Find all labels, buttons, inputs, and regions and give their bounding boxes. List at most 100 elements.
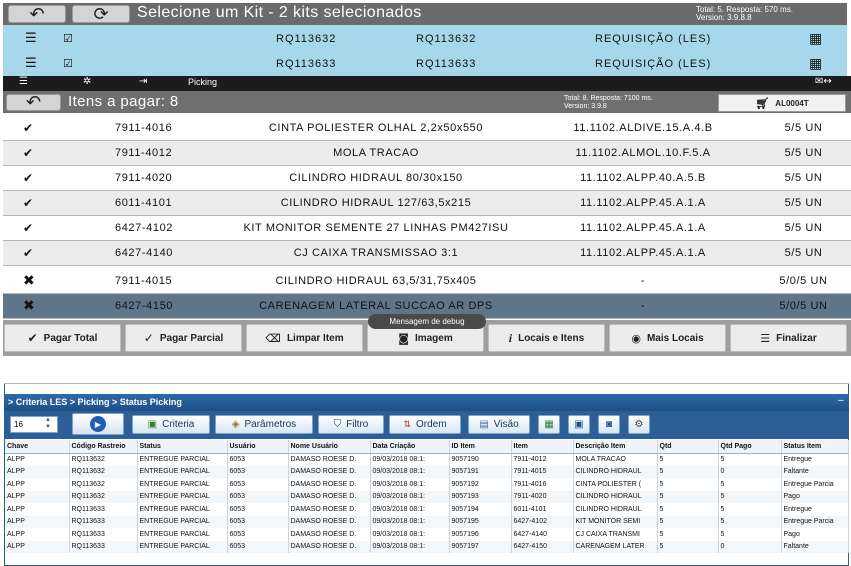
column-header[interactable]: Qtd Pago: [718, 440, 782, 454]
database-icon: ☰: [760, 331, 771, 345]
column-header[interactable]: Status Item: [781, 440, 849, 454]
map-pin-icon: ◉: [631, 331, 641, 345]
items-back-button[interactable]: ↶: [6, 92, 61, 112]
ordem-label: Ordem: [415, 419, 447, 430]
criteria-button[interactable]: ▣ Criteria: [132, 415, 210, 434]
table-cell: ENTREGUE PARCIAL: [137, 515, 228, 528]
double-check-icon: ✔: [23, 196, 34, 210]
column-header[interactable]: Usuário: [227, 440, 289, 454]
table-cell: 09/03/2018 08:1:: [370, 465, 450, 478]
table-row[interactable]: ALPP RQ113633 ENTREGUE PARCIAL 6053 DAMASO R…: [5, 540, 849, 553]
nav-tab-label: Picking: [188, 77, 218, 87]
refresh-button[interactable]: ⟳: [72, 4, 130, 24]
menu-icon[interactable]: ☰: [19, 76, 28, 87]
collapse-icon[interactable]: –: [838, 395, 844, 406]
limpar-item-label: Limpar Item: [286, 332, 344, 344]
message-icon[interactable]: ✉↔: [815, 76, 832, 87]
visao-button[interactable]: ▤ Visão: [468, 415, 530, 434]
visao-label: Visão: [493, 419, 519, 430]
item-row[interactable]: ✔ 6011-4101 CILINDRO HIDRAUL 127/63,5x215 1…: [3, 191, 851, 216]
table-cell: 6053: [227, 528, 289, 541]
filtro-button[interactable]: ⛉ Filtro: [318, 415, 384, 434]
column-header[interactable]: ID Item: [449, 440, 512, 454]
table-cell: CINTA POLIESTER (: [573, 478, 658, 491]
item-code: 6011-4101: [115, 197, 173, 209]
spinner-icon[interactable]: ▲ ▼: [45, 417, 51, 431]
item-row[interactable]: ✔ 7911-4016 CINTA POLIESTER OLHAL 2,2x50x5…: [3, 116, 851, 141]
export-excel-button[interactable]: ▦: [538, 415, 560, 434]
kit-type: REQUISIÇÃO (LES): [595, 57, 712, 70]
table-cell: RQ113633: [69, 540, 138, 553]
table-row[interactable]: ALPP RQ113632 ENTREGUE PARCIAL 6053 DAMASO R…: [5, 465, 849, 478]
table-cell: 6011-4101: [511, 503, 574, 516]
item-description: CILINDRO HIDRAUL 127/63,5x215: [280, 196, 472, 209]
page-size-input[interactable]: 16 ▲ ▼: [10, 416, 58, 433]
item-row[interactable]: ✔ 7911-4012 MOLA TRACAO 11.1102.ALMOL.10.F.…: [3, 141, 851, 166]
column-header[interactable]: Item: [511, 440, 574, 454]
items-stats: Total: 8. Resposta: 7100 ms. Version: 3.…: [564, 95, 653, 111]
item-quantity: 5/5 UN: [784, 172, 823, 184]
cart-button[interactable]: 🛒︎ AL0004T: [718, 94, 846, 112]
run-button[interactable]: ▶: [72, 413, 124, 435]
kit-type: REQUISIÇÃO (LES): [595, 32, 712, 45]
mais-locais-button[interactable]: ◉ Mais Locais: [609, 324, 726, 352]
column-header[interactable]: Código Rastreio: [69, 440, 138, 454]
table-row[interactable]: ALPP RQ113632 ENTREGUE PARCIAL 6053 DAMASO R…: [5, 490, 849, 503]
table-cell: 9057192: [449, 478, 512, 491]
table-cell: CARENAGEM LATER: [573, 540, 658, 553]
kit-title: Selecione um Kit - 2 kits selecionados: [137, 4, 422, 21]
back-button[interactable]: ↶: [8, 4, 66, 24]
ordem-button[interactable]: ⇅ Ordem: [389, 415, 461, 434]
table-cell: 6427-4102: [511, 515, 574, 528]
table-cell: RQ113633: [69, 515, 138, 528]
kit-row[interactable]: ☰ ☑ RQ113633 RQ113633 REQUISIÇÃO (LES) ▦: [3, 50, 847, 78]
parametros-button[interactable]: ◈ Parâmetros: [215, 415, 313, 434]
list-icon: ☰: [25, 56, 38, 71]
item-code: 7911-4020: [115, 172, 173, 184]
table-cell: ENTREGUE PARCIAL: [137, 540, 228, 553]
column-header[interactable]: Qtd: [657, 440, 719, 454]
column-header[interactable]: Status: [137, 440, 228, 454]
back-arrow-icon: ↶: [25, 92, 42, 112]
item-row[interactable]: ✔ 7911-4020 CILINDRO HIDRAUL 80/30x150 11.1…: [3, 166, 851, 191]
table-row[interactable]: ALPP RQ113632 ENTREGUE PARCIAL 6053 DAMASO R…: [5, 453, 849, 466]
table-cell: 09/03/2018 08:1:: [370, 453, 450, 466]
table-cell: 5: [718, 503, 782, 516]
view-icon: ▤: [479, 419, 489, 430]
kit-row[interactable]: ☰ ☑ RQ113632 RQ113632 REQUISIÇÃO (LES) ▦: [3, 25, 847, 53]
table-row[interactable]: ALPP RQ113633 ENTREGUE PARCIAL 6053 DAMASO R…: [5, 515, 849, 528]
pagar-total-button[interactable]: ✔ Pagar Total: [4, 324, 121, 352]
status-grid: Chave Código Rastreio Status Usuário Nome Us…: [5, 440, 849, 553]
kit-code-a: RQ113632: [276, 32, 337, 45]
item-description: MOLA TRACAO: [333, 146, 419, 159]
table-cell: 9057191: [449, 465, 512, 478]
pagar-parcial-button[interactable]: ✓ Pagar Parcial: [125, 324, 242, 352]
table-cell: DAMASO ROESE D.: [288, 528, 371, 541]
table-cell: 5: [657, 478, 719, 491]
column-header[interactable]: Nome Usuário: [288, 440, 371, 454]
column-header[interactable]: Data Criação: [370, 440, 450, 454]
item-row[interactable]: ✔ 6427-4140 CJ CAIXA TRANSMISSAO 3:1 11.110…: [3, 241, 851, 266]
limpar-item-button[interactable]: ⌫ Limpar Item: [246, 324, 363, 352]
finalizar-button[interactable]: ☰ Finalizar: [730, 324, 847, 352]
table-row[interactable]: ALPP RQ113633 ENTREGUE PARCIAL 6053 DAMASO R…: [5, 528, 849, 541]
check-icon: ✓: [143, 331, 154, 345]
item-row[interactable]: ✖ 7911-4015 CILINDRO HIDRAUL 63,5/31,75x40…: [3, 269, 851, 294]
table-row[interactable]: ALPP RQ113632 ENTREGUE PARCIAL 6053 DAMASO R…: [5, 478, 849, 491]
table-cell: 5: [718, 515, 782, 528]
exit-icon[interactable]: ⇥: [139, 76, 147, 87]
settings-icon[interactable]: ✲: [83, 76, 91, 87]
finalizar-label: Finalizar: [776, 332, 817, 344]
item-row[interactable]: ✔ 6427-4102 KIT MONITOR SEMENTE 27 LINHAS …: [3, 216, 851, 241]
column-header[interactable]: Descrição Item: [573, 440, 658, 454]
item-code: 7911-4015: [115, 275, 173, 287]
table-cell: 5: [718, 528, 782, 541]
column-header[interactable]: Chave: [5, 440, 70, 454]
table-row[interactable]: ALPP RQ113633 ENTREGUE PARCIAL 6053 DAMASO R…: [5, 503, 849, 516]
table-cell: 6053: [227, 515, 289, 528]
tools-button[interactable]: ⚙: [628, 415, 650, 434]
save-button[interactable]: ▣: [568, 415, 590, 434]
table-cell: Pago: [781, 528, 849, 541]
locais-itens-button[interactable]: i Locais e Itens: [488, 324, 605, 352]
refresh-grid-button[interactable]: ◙: [598, 415, 620, 434]
